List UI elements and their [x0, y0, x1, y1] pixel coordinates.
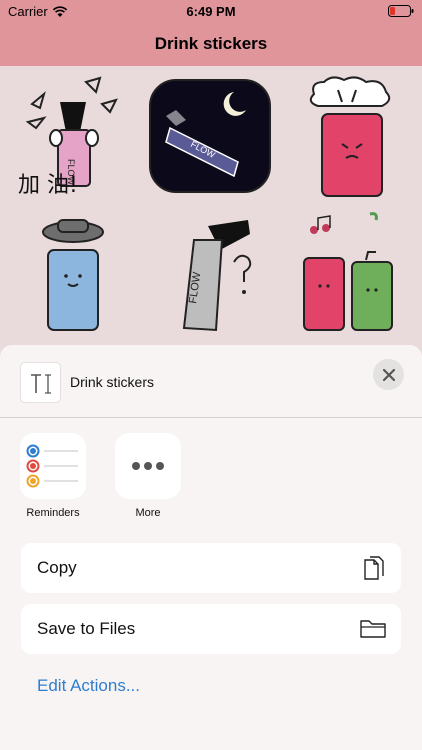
edit-actions-link[interactable]: Edit Actions... [37, 676, 140, 696]
more-icon [115, 433, 181, 499]
sticker-blue-cup-hat[interactable] [38, 214, 108, 334]
sticker1-caption: 加 油! [18, 173, 78, 198]
share-sheet-header: Drink stickers [0, 345, 422, 418]
reminders-icon [20, 433, 86, 499]
folder-icon [360, 620, 386, 638]
share-file-name: Drink stickers [70, 374, 155, 390]
copy-action[interactable]: Copy [21, 543, 401, 593]
copy-icon [364, 556, 384, 580]
text-document-icon [31, 374, 51, 394]
close-icon [382, 368, 395, 381]
share-sheet: Drink stickers Reminders More Copy Save … [0, 345, 422, 750]
save-to-files-action[interactable]: Save to Files [21, 604, 401, 654]
nav-bar: Drink stickers [0, 24, 422, 66]
sticker-grey-cup[interactable]: FLOW [164, 216, 284, 336]
sticker-cheering-pink-cup[interactable]: FLOW 加 油! [14, 72, 134, 202]
status-time: 6:49 PM [186, 4, 236, 19]
app-label-more: More [135, 507, 161, 519]
save-to-files-label: Save to Files [37, 619, 136, 638]
close-button[interactable] [373, 359, 404, 390]
sticker-night-cup[interactable]: FLOW [146, 76, 274, 196]
share-apps-row: Reminders More [0, 433, 422, 533]
status-bar: Carrier 6:49 PM [0, 0, 422, 24]
page-title: Drink stickers [154, 34, 268, 53]
sticker-two-cups-notes[interactable] [296, 210, 406, 336]
sticker-grid: FLOW 加 油! FLOW FLOW [0, 66, 422, 346]
app-reminders[interactable]: Reminders [18, 433, 88, 519]
file-thumbnail [20, 362, 61, 403]
sticker-angry-red-cup[interactable] [304, 74, 400, 202]
app-more[interactable]: More [113, 433, 183, 519]
copy-action-label: Copy [37, 558, 77, 577]
app-label-reminders: Reminders [26, 507, 80, 519]
battery-icon [388, 5, 414, 17]
